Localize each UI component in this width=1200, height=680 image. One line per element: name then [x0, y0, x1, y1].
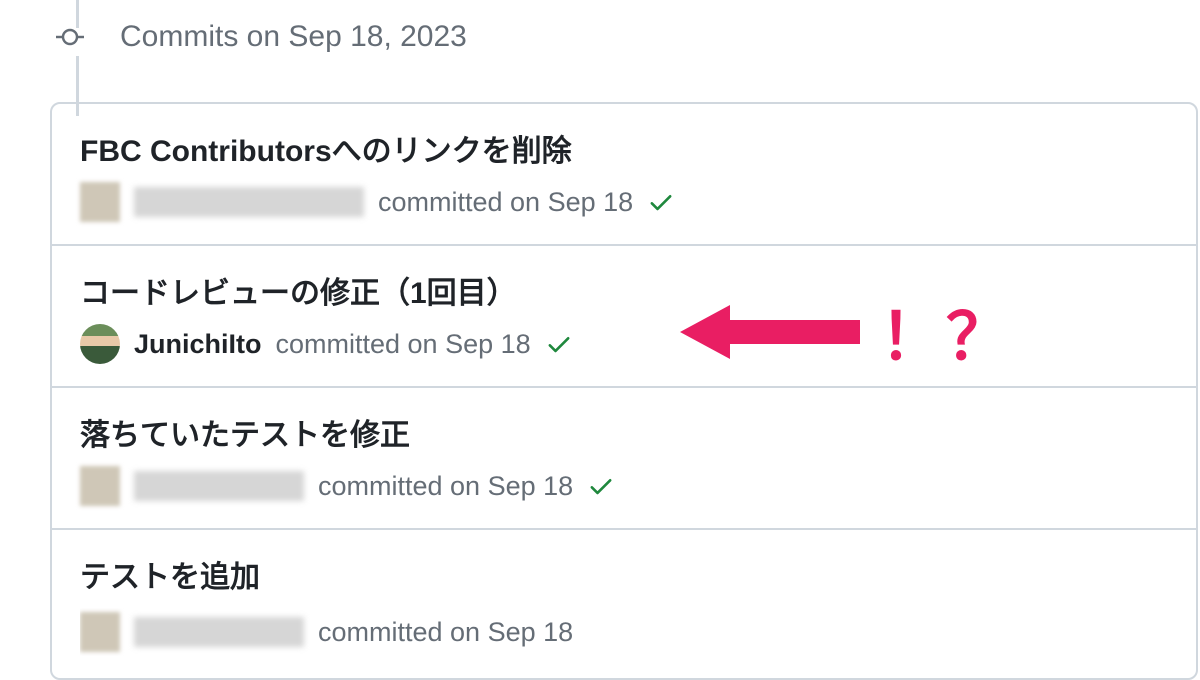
commit-item[interactable]: 落ちていたテストを修正 committed on Sep 18 — [52, 388, 1196, 530]
commit-timestamp: committed on Sep 18 — [276, 329, 531, 360]
author-name[interactable]: JunichiIto — [134, 329, 262, 360]
commit-title[interactable]: 落ちていたテストを修正 — [80, 410, 1168, 454]
check-icon[interactable] — [545, 330, 573, 358]
author-name-redacted[interactable] — [134, 471, 304, 501]
commits-date-label: Commits on Sep 18, 2023 — [120, 20, 467, 54]
commit-marker-icon — [56, 23, 84, 51]
commit-title[interactable]: コードレビューの修正（1回目） — [80, 268, 1168, 312]
avatar[interactable] — [80, 324, 120, 364]
check-icon[interactable] — [587, 472, 615, 500]
commit-timestamp: committed on Sep 18 — [318, 471, 573, 502]
commit-list: FBC Contributorsへのリンクを削除 committed on Se… — [50, 102, 1198, 680]
avatar[interactable] — [80, 612, 120, 652]
avatar[interactable] — [80, 466, 120, 506]
timeline-connector — [76, 56, 79, 116]
commit-title[interactable]: FBC Contributorsへのリンクを削除 — [80, 126, 1168, 170]
commit-timestamp: committed on Sep 18 — [318, 617, 573, 648]
author-name-redacted[interactable] — [134, 187, 364, 217]
check-icon[interactable] — [647, 188, 675, 216]
timeline-header: Commits on Sep 18, 2023 — [0, 20, 1200, 54]
commit-item[interactable]: コードレビューの修正（1回目） JunichiIto committed on … — [52, 246, 1196, 388]
avatar[interactable] — [80, 182, 120, 222]
commit-title[interactable]: テストを追加 — [80, 552, 1168, 596]
commit-timestamp: committed on Sep 18 — [378, 187, 633, 218]
author-name-redacted[interactable] — [134, 617, 304, 647]
commit-item[interactable]: テストを追加 committed on Sep 18 — [52, 530, 1196, 678]
commit-item[interactable]: FBC Contributorsへのリンクを削除 committed on Se… — [52, 104, 1196, 246]
